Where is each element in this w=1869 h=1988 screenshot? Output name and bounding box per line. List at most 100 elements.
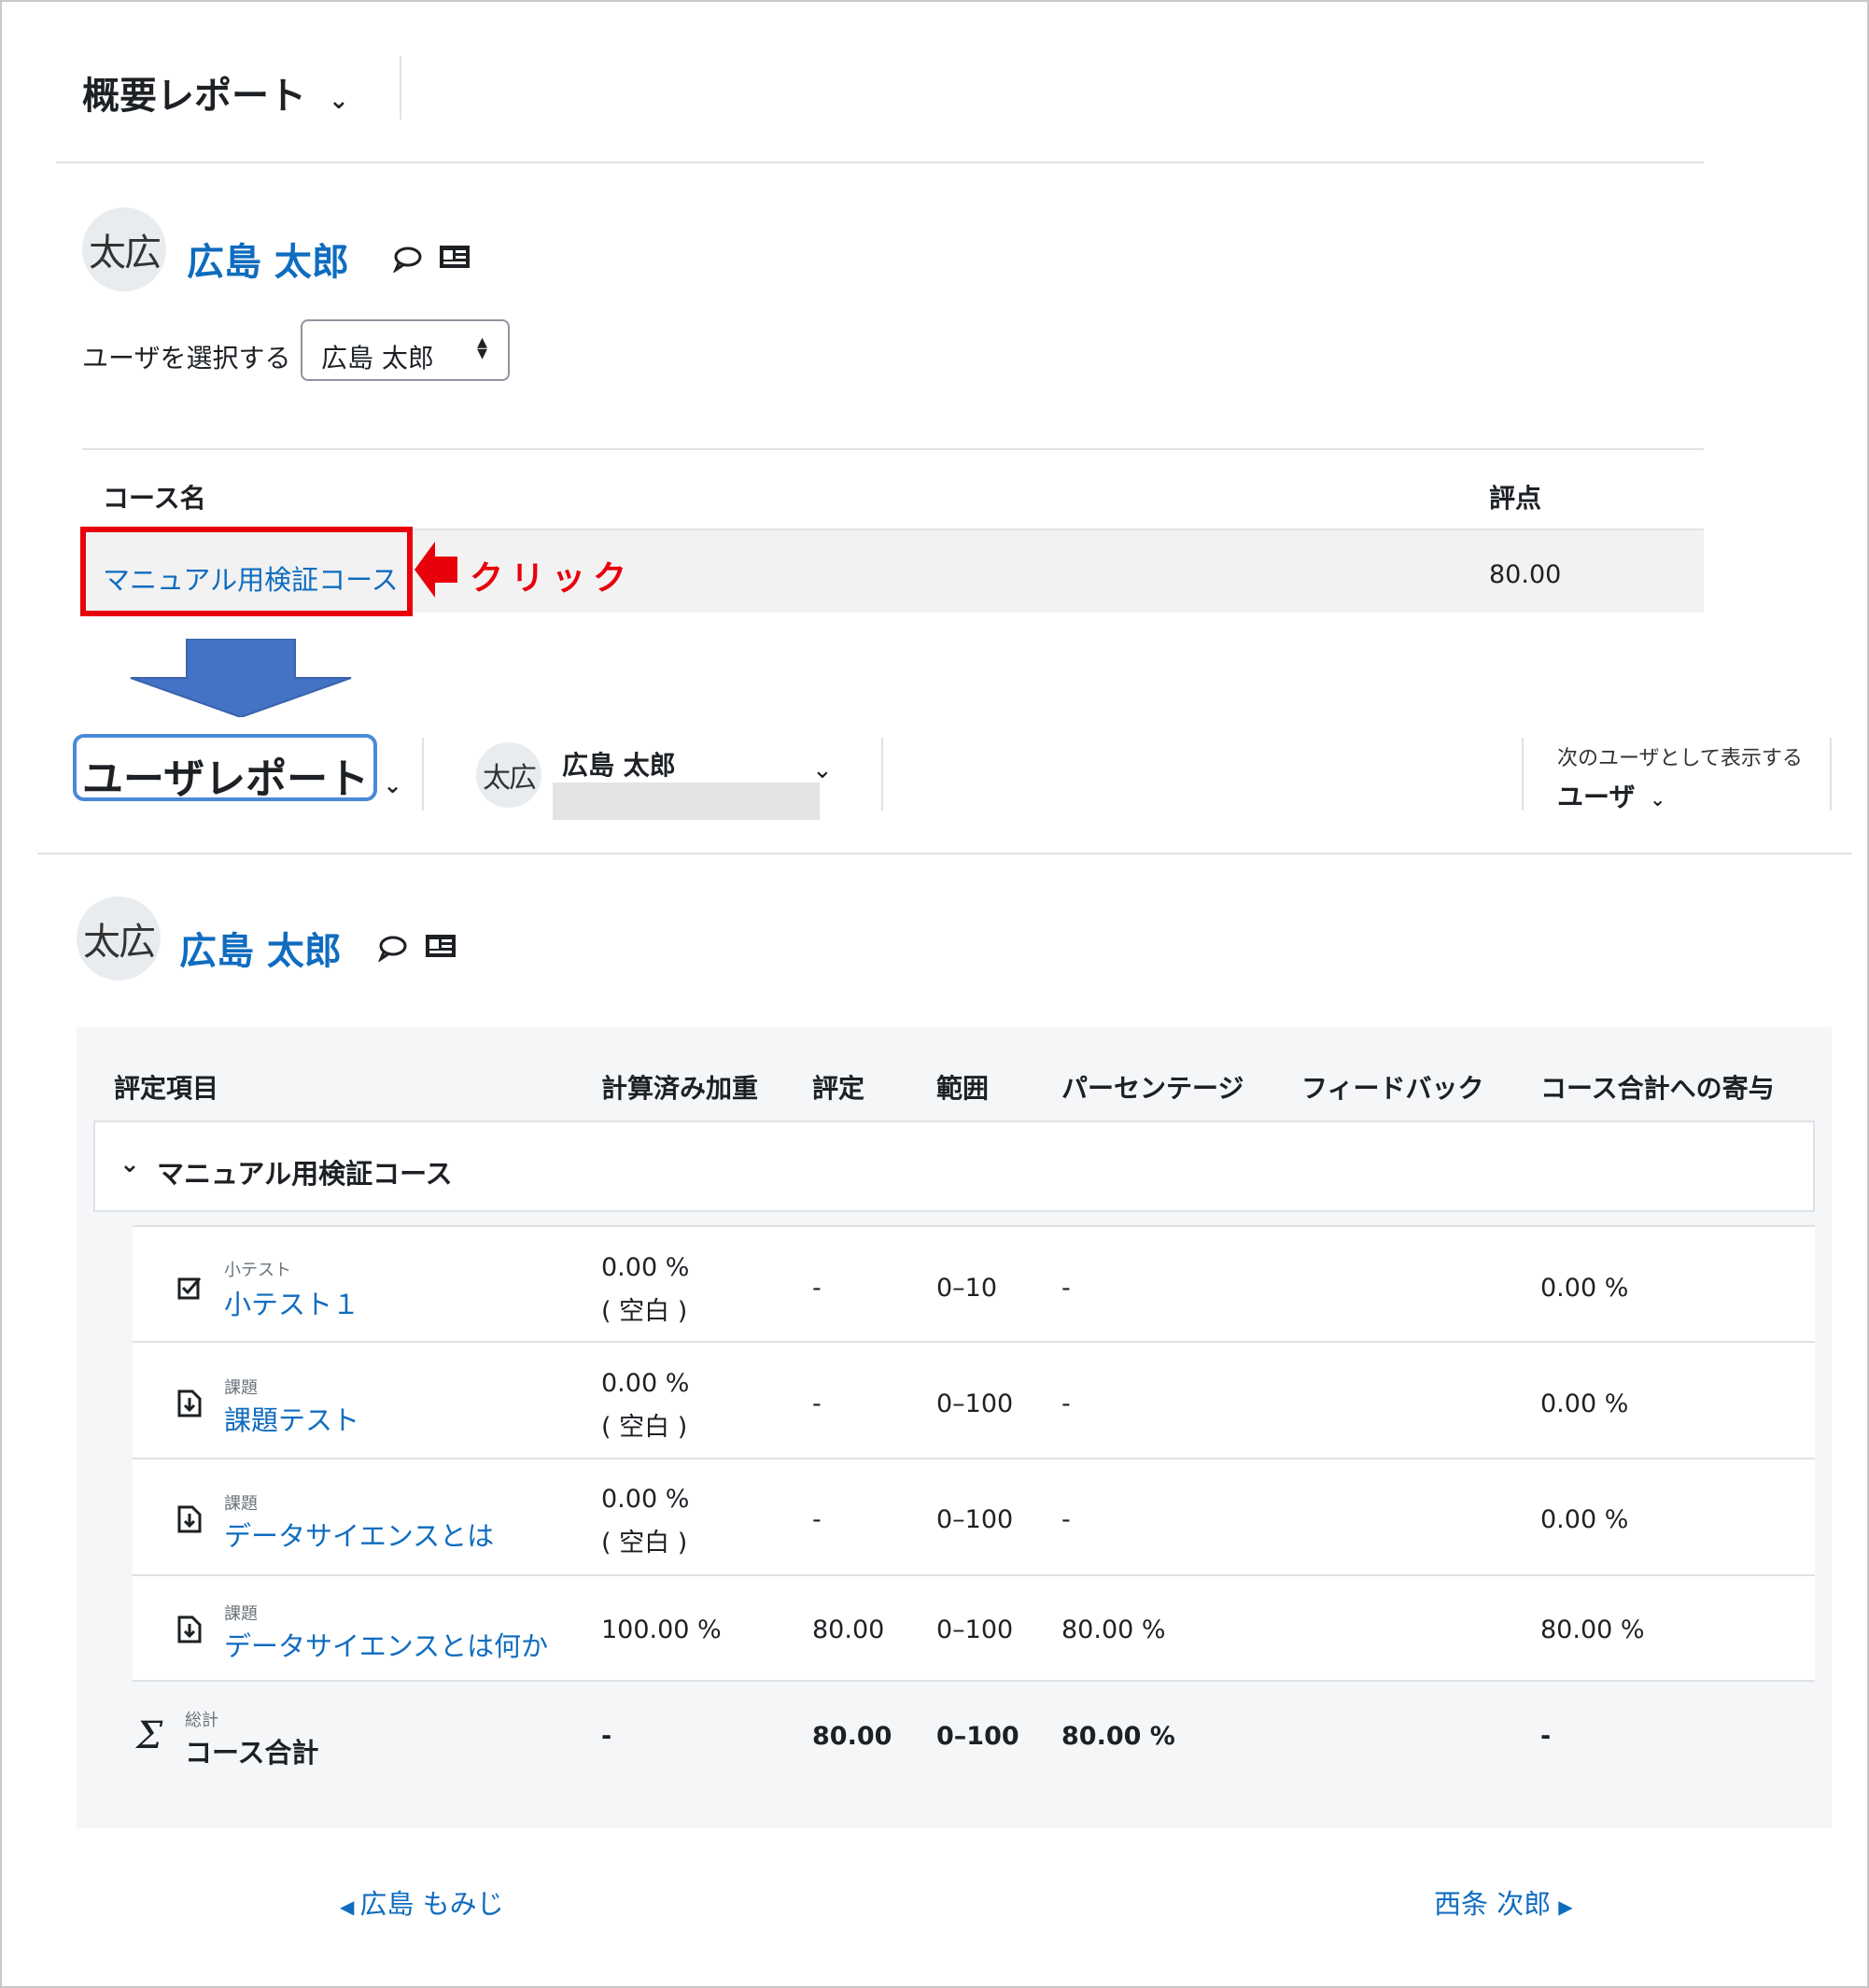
avatar: 太広 — [77, 896, 161, 980]
report-title: ユーザレポート — [82, 755, 370, 803]
message-icon[interactable] — [378, 934, 408, 962]
quiz-icon — [177, 1277, 202, 1300]
column-header-weight: 計算済み加重 — [601, 1073, 759, 1104]
column-header-percentage: パーセンテージ — [1061, 1073, 1244, 1104]
select-user-label: ユーザを選択する — [82, 343, 291, 374]
chevron-down-icon[interactable]: ⌄ — [119, 1150, 140, 1178]
weight-note: ( 空白 ) — [601, 1297, 688, 1326]
view-as-selector[interactable]: ユーザ ⌄ — [1557, 777, 1665, 814]
prev-user-link[interactable]: ◀ 広島 もみじ — [340, 1882, 504, 1922]
user-name-link[interactable]: 広島 太郎 — [179, 921, 342, 975]
item-type: 課題 — [224, 1494, 258, 1514]
chevron-down-icon: ⌄ — [328, 87, 349, 115]
item-type: 課題 — [224, 1604, 258, 1624]
range: 0–100 — [936, 1505, 1014, 1534]
divider — [133, 1458, 1815, 1459]
item-link[interactable]: 小テスト１ — [224, 1283, 359, 1322]
contribution: 0.00 % — [1540, 1274, 1629, 1303]
assignment-icon — [177, 1505, 202, 1533]
contribution: 0.00 % — [1540, 1505, 1629, 1534]
column-header-course: コース名 — [103, 483, 206, 514]
percentage: 80.00 % — [1061, 1615, 1166, 1644]
assignment-icon — [177, 1389, 202, 1417]
percentage: - — [1061, 1274, 1071, 1303]
grade: 80.00 — [812, 1615, 885, 1644]
down-arrow-annotation — [130, 639, 352, 717]
course-grade: 80.00 — [1489, 560, 1562, 589]
item-type: 小テスト — [224, 1261, 291, 1280]
assignment-icon — [177, 1615, 202, 1643]
contact-card-icon[interactable] — [425, 934, 457, 958]
weight: 0.00 % — [601, 1485, 690, 1514]
sort-icon: ▴ ▾ — [476, 331, 487, 365]
range: 0–100 — [936, 1389, 1014, 1418]
total-percentage: 80.00 % — [1061, 1722, 1175, 1751]
chevron-down-icon[interactable]: ⌄ — [812, 756, 833, 784]
highlight-box — [80, 527, 413, 616]
total-weight: - — [601, 1722, 612, 1751]
message-icon[interactable] — [393, 245, 423, 273]
user-name-link[interactable]: 広島 太郎 — [187, 232, 349, 286]
avatar: 太広 — [82, 207, 166, 291]
column-header-contribution: コース合計への寄与 — [1540, 1073, 1775, 1104]
total-contribution: - — [1540, 1722, 1552, 1751]
item-link[interactable]: データサイエンスとは何か — [224, 1625, 548, 1664]
chevron-down-icon: ⌄ — [383, 772, 402, 798]
total-type: 総計 — [185, 1711, 218, 1730]
divider — [133, 1574, 1815, 1576]
caret-left-icon: ◀ — [340, 1896, 355, 1918]
range: 0–100 — [936, 1615, 1014, 1644]
contribution: 80.00 % — [1540, 1615, 1645, 1644]
user-name: 広島 太郎 — [562, 750, 676, 781]
percentage: - — [1061, 1505, 1071, 1534]
item-link[interactable]: データサイエンスとは — [224, 1515, 494, 1554]
percentage: - — [1061, 1389, 1071, 1418]
column-header-range: 範囲 — [936, 1073, 990, 1104]
grade: - — [812, 1505, 822, 1534]
report-selector[interactable]: 概要レポート ⌄ — [82, 65, 349, 120]
view-as-value: ユーザ — [1557, 782, 1636, 812]
report-title: 概要レポート — [82, 75, 306, 118]
user-email-redacted — [553, 783, 820, 820]
weight: 0.00 % — [601, 1253, 690, 1282]
contribution: 0.00 % — [1540, 1389, 1629, 1418]
divider — [82, 448, 1704, 450]
next-user-link[interactable]: 西条 次郎 ▶ — [1434, 1882, 1573, 1922]
column-header-grade: 評定 — [812, 1073, 865, 1104]
user-select-value: 広島 太郎 — [321, 343, 434, 374]
divider — [133, 1680, 1815, 1682]
sigma-icon: Σ — [136, 1714, 163, 1757]
user-select[interactable]: 広島 太郎 ▴ ▾ — [301, 319, 510, 381]
weight-note: ( 空白 ) — [601, 1529, 688, 1558]
column-header-item: 評定項目 — [114, 1073, 219, 1104]
view-as-label: 次のユーザとして表示する — [1557, 747, 1803, 770]
weight: 0.00 % — [601, 1369, 690, 1398]
grade: - — [812, 1389, 822, 1418]
range: 0–10 — [936, 1274, 998, 1303]
next-user-name: 西条 次郎 — [1434, 1888, 1552, 1920]
item-type: 課題 — [224, 1378, 258, 1398]
left-arrow-annotation — [415, 542, 457, 598]
contact-card-icon[interactable] — [439, 245, 471, 269]
click-annotation: クリック — [470, 559, 635, 598]
weight-note: ( 空白 ) — [601, 1413, 688, 1442]
divider — [37, 853, 1852, 854]
divider — [400, 56, 401, 120]
column-header-feedback: フィードバック — [1301, 1073, 1484, 1104]
total-name: コース合計 — [185, 1737, 319, 1769]
divider — [133, 1341, 1815, 1343]
divider — [881, 738, 883, 811]
total-grade: 80.00 — [812, 1722, 892, 1751]
item-link[interactable]: 課題テスト — [224, 1399, 359, 1438]
caret-right-icon: ▶ — [1558, 1896, 1573, 1918]
weight: 100.00 % — [601, 1615, 722, 1644]
avatar: 太広 — [476, 742, 541, 808]
divider — [1522, 738, 1524, 811]
divider — [56, 162, 1704, 163]
prev-user-name: 広島 もみじ — [359, 1888, 504, 1920]
grade: - — [812, 1274, 822, 1303]
divider — [422, 738, 424, 811]
chevron-down-icon: ⌄ — [1650, 788, 1665, 811]
report-selector[interactable]: ユーザレポート ⌄ — [73, 734, 402, 803]
divider — [1830, 738, 1832, 811]
